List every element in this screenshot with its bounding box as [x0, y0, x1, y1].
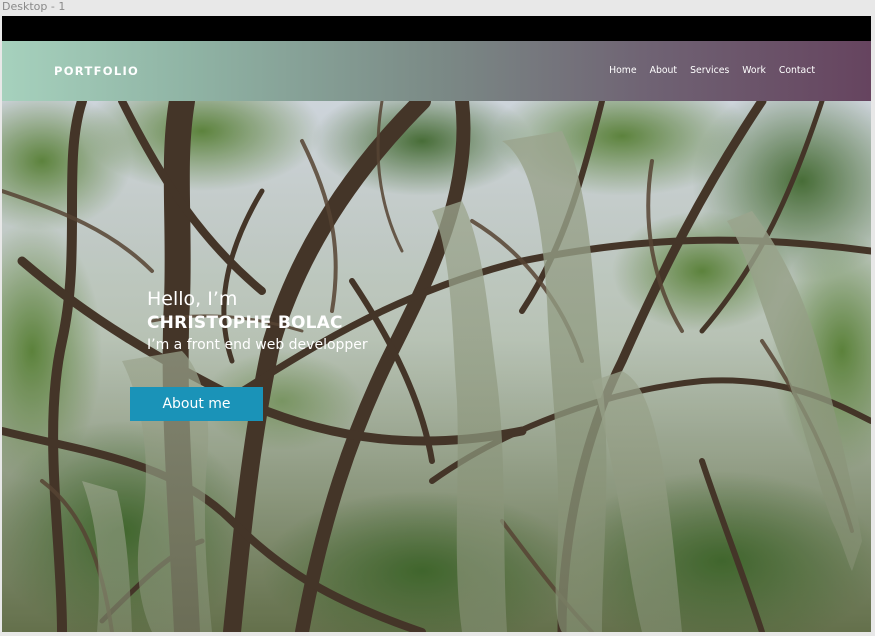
nav-links: Home About Services Work Contact	[609, 65, 815, 76]
nav-work[interactable]: Work	[742, 65, 766, 76]
nav-contact[interactable]: Contact	[779, 65, 815, 76]
nav-home[interactable]: Home	[609, 65, 636, 76]
hero-background-image	[2, 101, 871, 632]
nav-services[interactable]: Services	[690, 65, 729, 76]
hero-name: CHRISTOPHE BOLAC	[147, 313, 343, 333]
about-me-button[interactable]: About me	[130, 387, 263, 421]
nav-about[interactable]: About	[650, 65, 678, 76]
hero-greeting: Hello, I’m	[147, 288, 238, 310]
site-logo[interactable]: PORTFOLIO	[54, 64, 139, 78]
top-black-bar	[2, 16, 871, 41]
navbar: PORTFOLIO Home About Services Work Conta…	[2, 41, 871, 101]
hero-section: Hello, I’m CHRISTOPHE BOLAC I’m a front …	[2, 101, 871, 632]
hero-tagline: I’m a front end web developper	[147, 337, 368, 353]
hero-text-block: Hello, I’m CHRISTOPHE BOLAC I’m a front …	[147, 287, 368, 355]
artboard: PORTFOLIO Home About Services Work Conta…	[2, 16, 871, 632]
artboard-title: Desktop - 1	[2, 0, 66, 13]
